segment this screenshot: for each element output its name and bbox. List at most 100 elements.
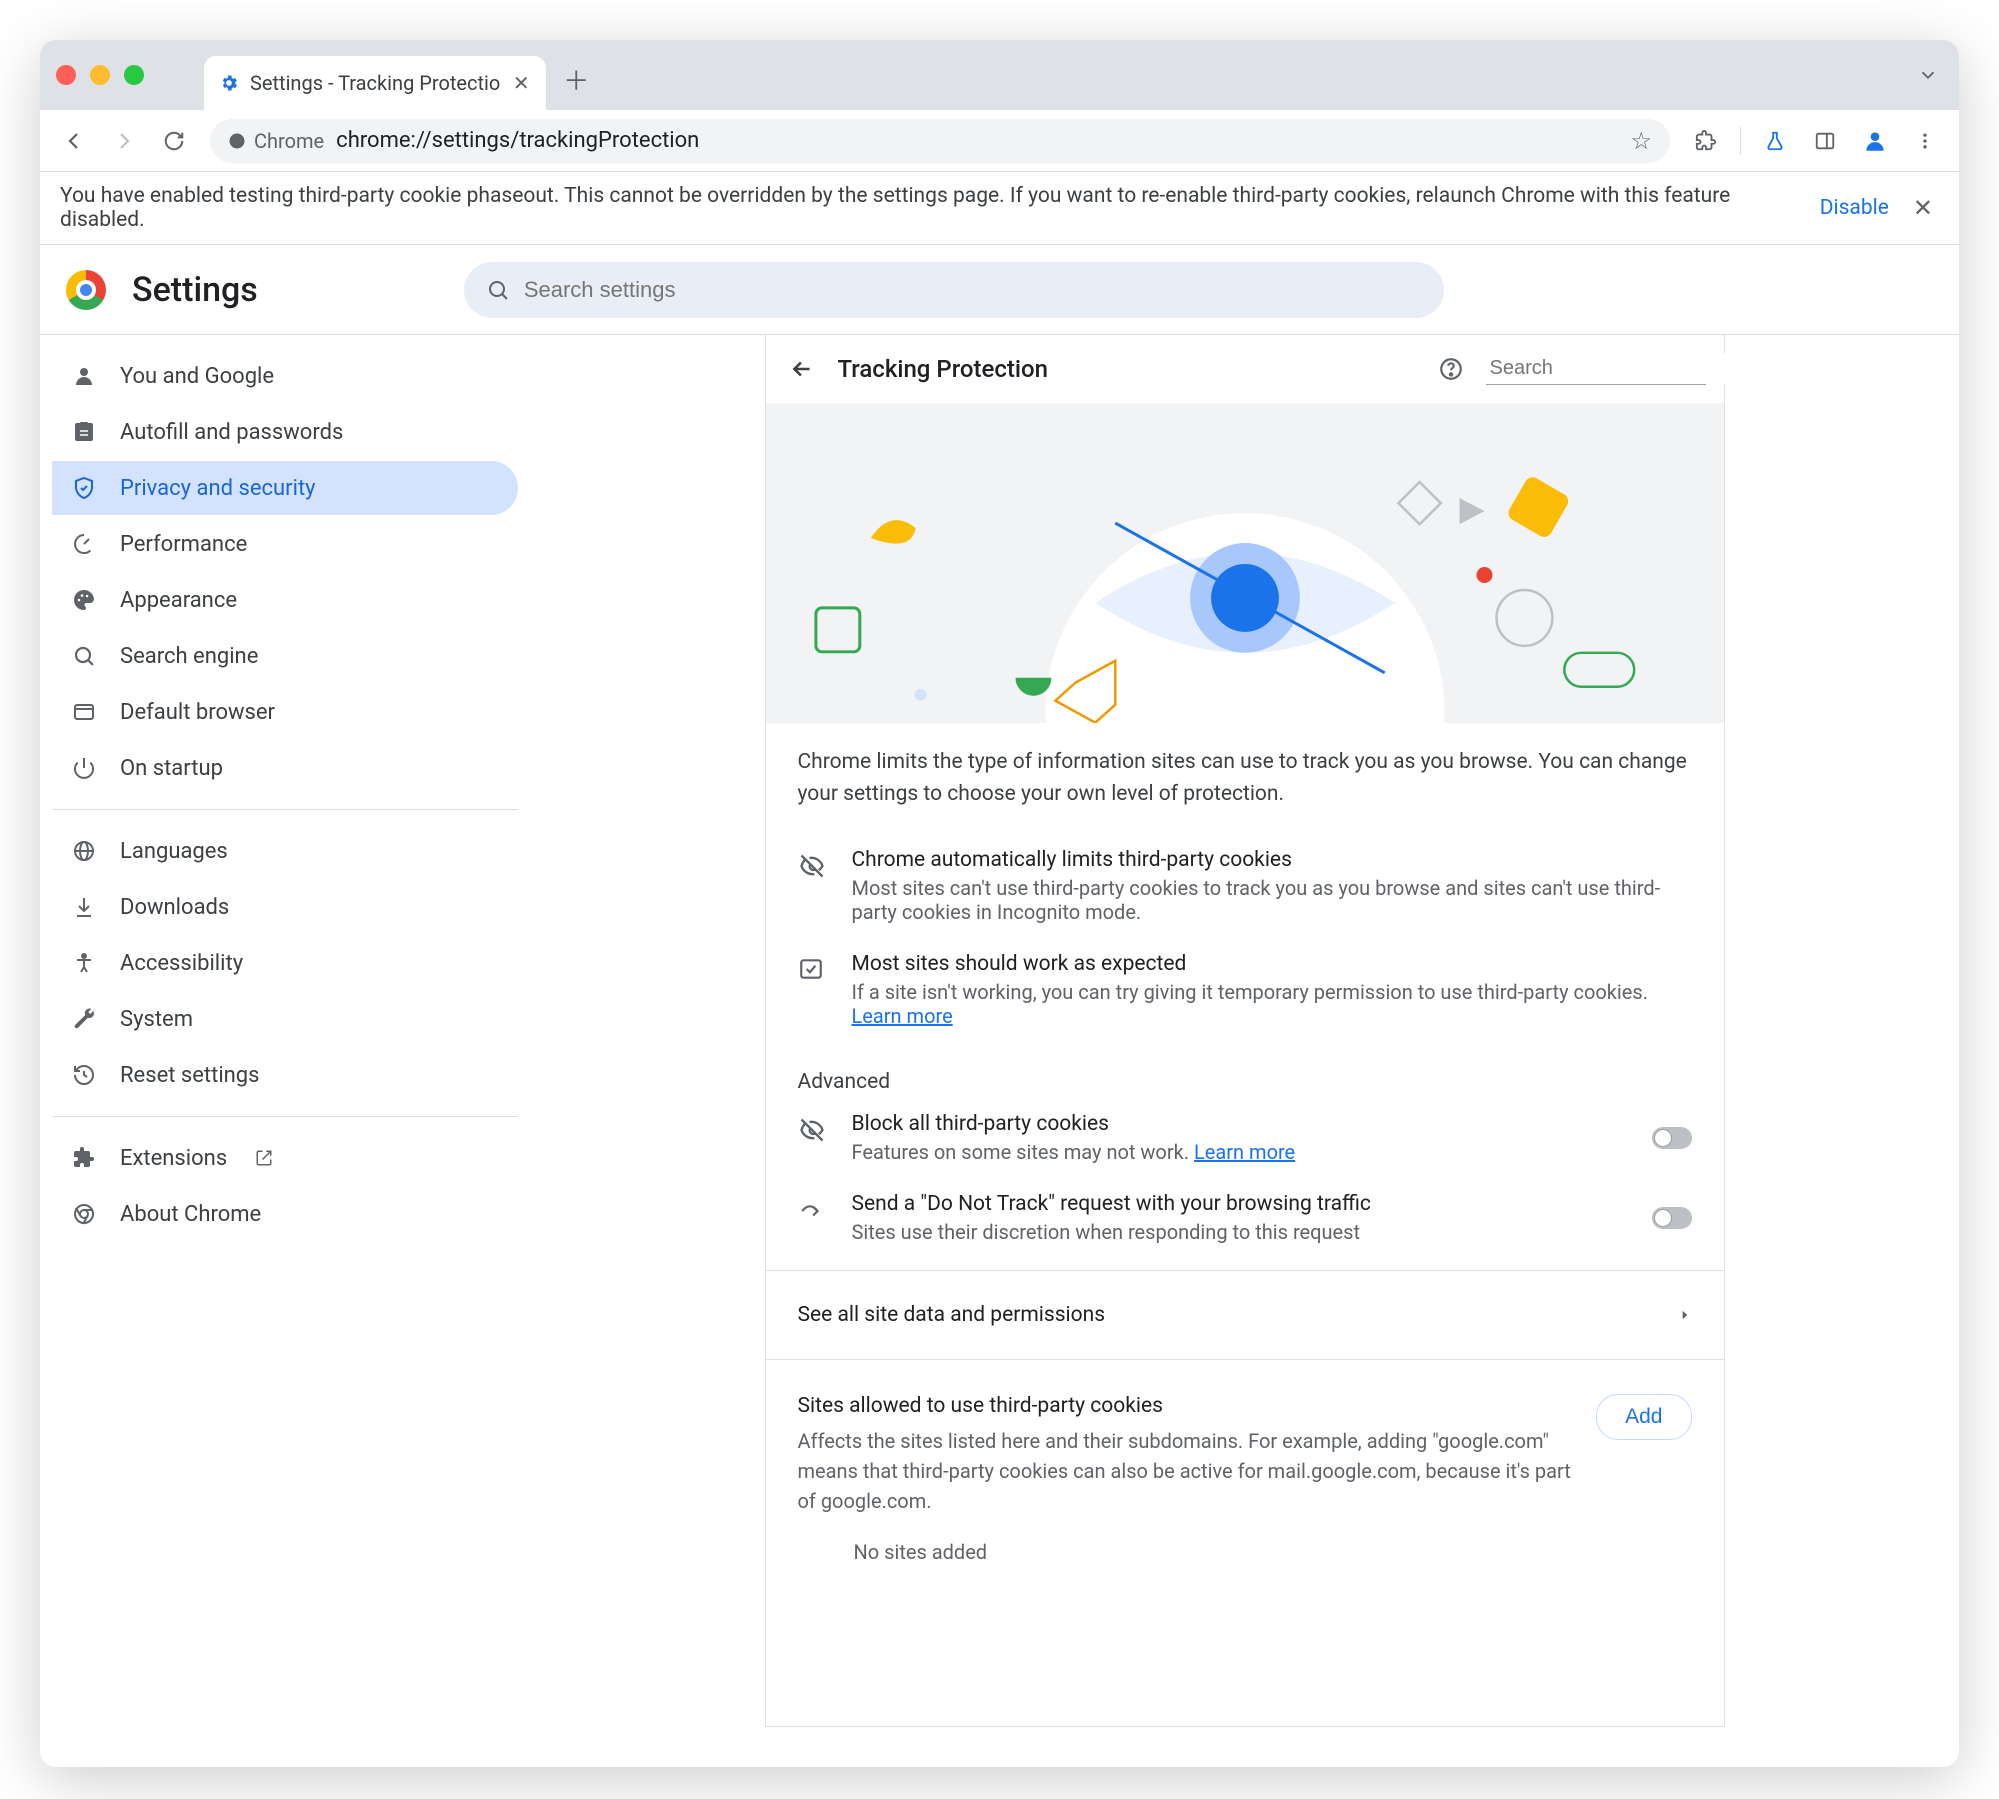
- labs-button[interactable]: [1753, 119, 1797, 163]
- sidebar-item-accessibility[interactable]: Accessibility: [52, 936, 518, 990]
- in-page-search[interactable]: [1486, 353, 1706, 385]
- content-area: Tracking Protection: [530, 335, 1959, 1767]
- row-title: Block all third-party cookies: [852, 1112, 1296, 1136]
- external-link-icon: [255, 1149, 273, 1167]
- search-icon: [70, 642, 98, 670]
- row-label: See all site data and permissions: [798, 1303, 1106, 1327]
- intro-text: Chrome limits the type of information si…: [766, 723, 1724, 834]
- toggle-row-dnt[interactable]: Send a "Do Not Track" request with your …: [766, 1178, 1724, 1258]
- tab-title: Settings - Tracking Protectio: [250, 71, 500, 95]
- browser-toolbar: Chrome chrome://settings/trackingProtect…: [40, 110, 1959, 172]
- toggle-row-block-all[interactable]: Block all third-party cookies Features o…: [766, 1098, 1724, 1178]
- row-title: Most sites should work as expected: [852, 952, 1649, 976]
- sidebar-item-label: Default browser: [120, 700, 275, 725]
- url-text: chrome://settings/trackingProtection: [336, 128, 699, 153]
- puzzle-icon: [70, 1144, 98, 1172]
- settings-search-input[interactable]: [524, 277, 1422, 303]
- help-button[interactable]: [1434, 352, 1468, 386]
- power-icon: [70, 754, 98, 782]
- row-title: Chrome automatically limits third-party …: [852, 848, 1692, 872]
- sidebar-item-you-and-google[interactable]: You and Google: [52, 349, 518, 403]
- back-button[interactable]: [52, 119, 96, 163]
- sidebar-item-languages[interactable]: Languages: [52, 824, 518, 878]
- sidebar-item-downloads[interactable]: Downloads: [52, 880, 518, 934]
- close-window-button[interactable]: [56, 65, 76, 85]
- row-desc: Features on some sites may not work. Lea…: [852, 1140, 1296, 1164]
- sidebar-item-label: On startup: [120, 756, 223, 781]
- profile-button[interactable]: [1853, 119, 1897, 163]
- sidebar-item-label: Appearance: [120, 588, 237, 613]
- gear-icon: [218, 72, 240, 94]
- hero-illustration: [766, 403, 1724, 723]
- search-icon: [486, 278, 510, 302]
- back-arrow-button[interactable]: [784, 351, 820, 387]
- info-bar-disable-link[interactable]: Disable: [1820, 196, 1889, 220]
- eye-off-icon: [798, 1112, 828, 1144]
- sidebar-item-appearance[interactable]: Appearance: [52, 573, 518, 627]
- toggle-block-all-cookies[interactable]: [1652, 1127, 1692, 1149]
- sidebar-item-about-chrome[interactable]: About Chrome: [52, 1187, 518, 1241]
- sidebar-item-default-browser[interactable]: Default browser: [52, 685, 518, 739]
- chrome-logo-icon: [66, 270, 106, 310]
- learn-more-link[interactable]: Learn more: [852, 1004, 953, 1028]
- clipboard-icon: [70, 418, 98, 446]
- sidebar-item-performance[interactable]: Performance: [52, 517, 518, 571]
- sidebar-item-label: Autofill and passwords: [120, 420, 343, 445]
- sidebar-item-reset[interactable]: Reset settings: [52, 1048, 518, 1102]
- sidebar-item-label: Privacy and security: [120, 476, 316, 501]
- advanced-section-label: Advanced: [766, 1056, 1724, 1098]
- add-site-button[interactable]: Add: [1596, 1394, 1691, 1440]
- page-title: Tracking Protection: [838, 355, 1048, 383]
- see-all-site-data-row[interactable]: See all site data and permissions: [766, 1283, 1724, 1347]
- sidebar-item-label: You and Google: [120, 364, 274, 389]
- info-bar: You have enabled testing third-party coo…: [40, 172, 1959, 245]
- sites-allowed-block: Sites allowed to use third-party cookies…: [766, 1372, 1724, 1594]
- tab-overflow-button[interactable]: [1917, 64, 1939, 86]
- settings-body: You and Google Autofill and passwords Pr…: [40, 335, 1959, 1767]
- sidebar-item-search-engine[interactable]: Search engine: [52, 629, 518, 683]
- checkbox-checked-icon: [798, 952, 828, 982]
- sidebar-item-system[interactable]: System: [52, 992, 518, 1046]
- forward-button[interactable]: [102, 119, 146, 163]
- chrome-icon: [228, 132, 246, 150]
- minimize-window-button[interactable]: [90, 65, 110, 85]
- menu-button[interactable]: [1903, 119, 1947, 163]
- side-panel-button[interactable]: [1803, 119, 1847, 163]
- info-bar-close-button[interactable]: ✕: [1907, 194, 1939, 222]
- row-desc: If a site isn't working, you can try giv…: [852, 980, 1649, 1028]
- divider: [766, 1270, 1724, 1271]
- globe-icon: [70, 837, 98, 865]
- maximize-window-button[interactable]: [124, 65, 144, 85]
- sidebar-item-extensions[interactable]: Extensions: [52, 1131, 518, 1185]
- sidebar-item-autofill[interactable]: Autofill and passwords: [52, 405, 518, 459]
- sidebar-item-label: Extensions: [120, 1146, 227, 1171]
- bookmark-star-icon[interactable]: ☆: [1630, 127, 1652, 155]
- sidebar-item-label: Reset settings: [120, 1063, 260, 1088]
- settings-sidebar: You and Google Autofill and passwords Pr…: [40, 335, 530, 1767]
- in-page-search-input[interactable]: [1486, 353, 1759, 384]
- sidebar-item-on-startup[interactable]: On startup: [52, 741, 518, 795]
- restore-icon: [70, 1061, 98, 1089]
- sidebar-item-label: Accessibility: [120, 951, 243, 976]
- divider: [766, 1359, 1724, 1360]
- sidebar-item-privacy[interactable]: Privacy and security: [52, 461, 518, 515]
- browser-window-icon: [70, 698, 98, 726]
- no-sites-added-text: No sites added: [798, 1516, 1692, 1572]
- browser-tab[interactable]: Settings - Tracking Protectio ✕: [204, 56, 546, 110]
- card-header: Tracking Protection: [766, 335, 1724, 403]
- row-desc: Most sites can't use third-party cookies…: [852, 876, 1692, 924]
- row-desc: Sites use their discretion when respondi…: [852, 1220, 1371, 1244]
- settings-title: Settings: [132, 270, 258, 310]
- close-tab-button[interactable]: ✕: [510, 72, 532, 94]
- settings-search-field[interactable]: [464, 262, 1444, 318]
- reload-button[interactable]: [152, 119, 196, 163]
- site-identity-chip[interactable]: Chrome: [228, 129, 324, 153]
- learn-more-link[interactable]: Learn more: [1194, 1140, 1295, 1164]
- chrome-icon: [70, 1200, 98, 1228]
- extensions-button[interactable]: [1684, 119, 1728, 163]
- address-bar[interactable]: Chrome chrome://settings/trackingProtect…: [210, 119, 1670, 163]
- toggle-do-not-track[interactable]: [1652, 1207, 1692, 1229]
- new-tab-button[interactable]: ＋: [558, 61, 594, 97]
- sidebar-item-label: About Chrome: [120, 1202, 261, 1227]
- browser-window: Settings - Tracking Protectio ✕ ＋ Chrome…: [40, 40, 1959, 1767]
